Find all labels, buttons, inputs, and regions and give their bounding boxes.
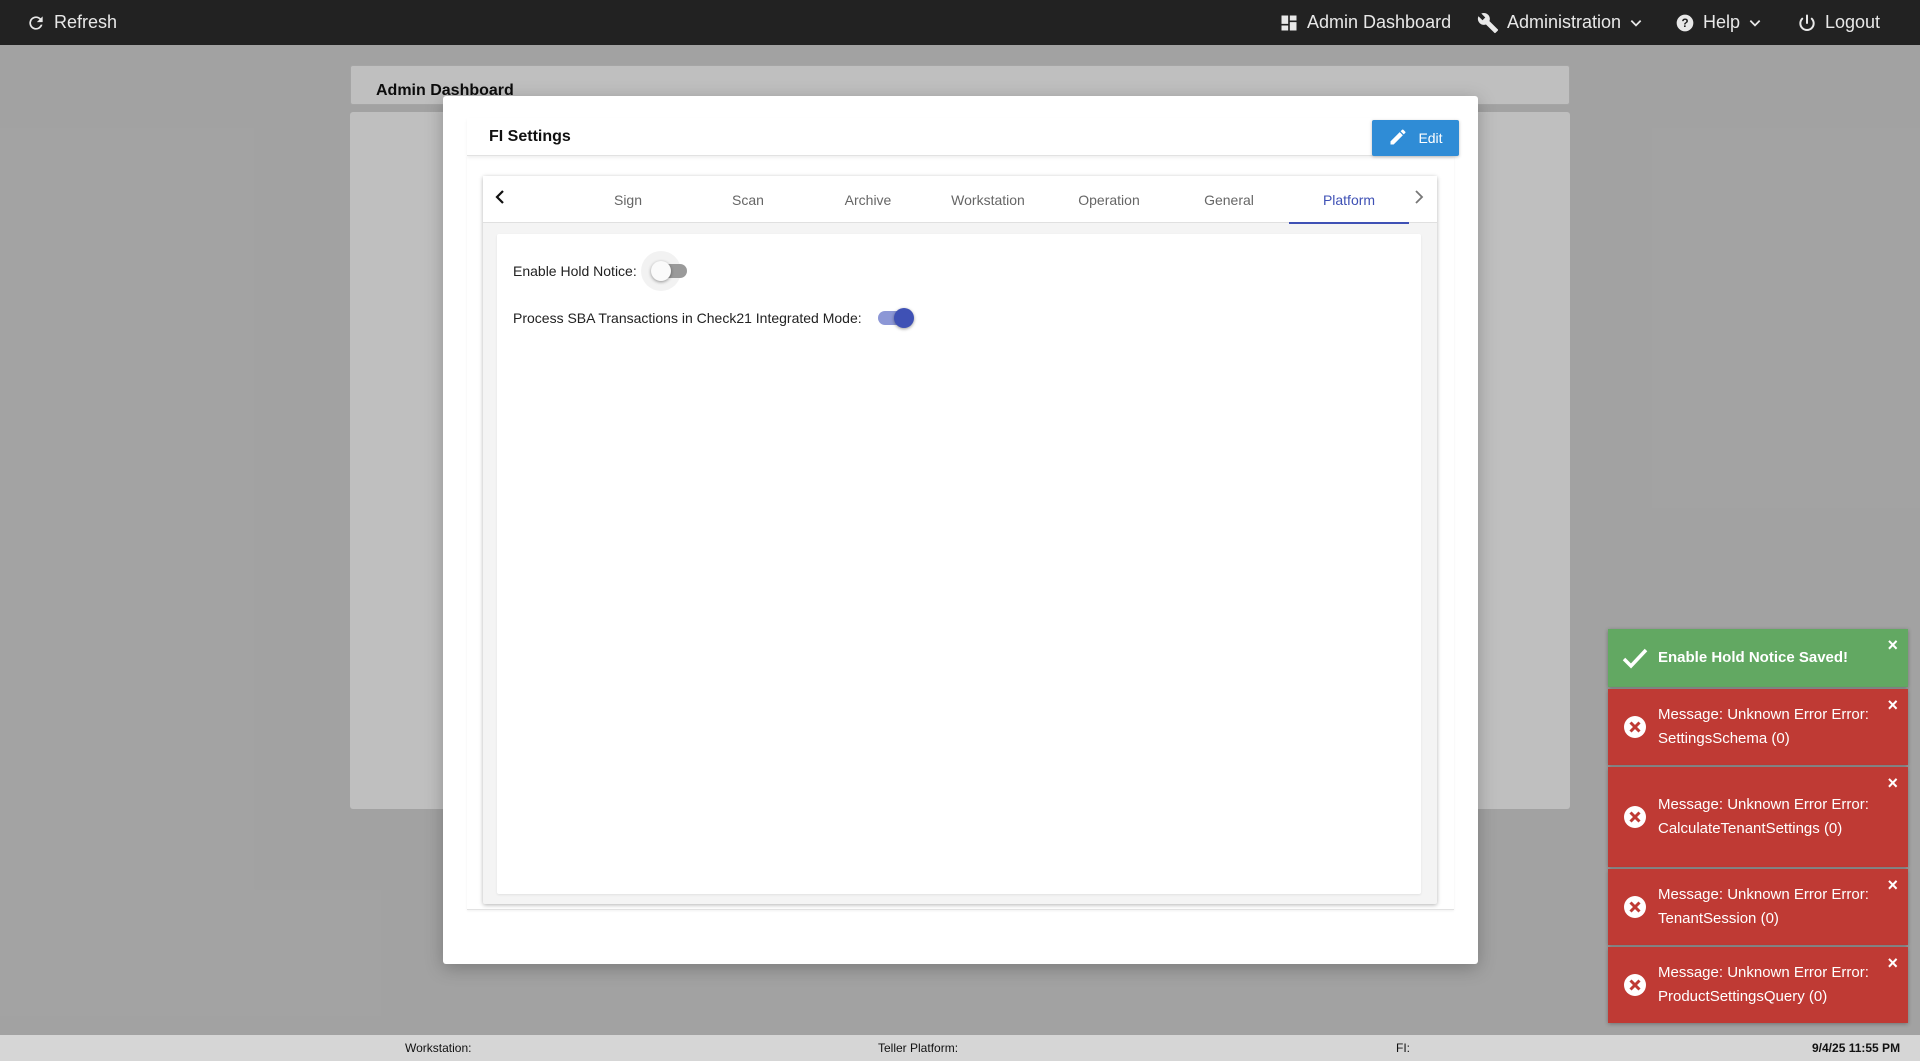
error-icon — [1622, 894, 1648, 920]
settings-tabs-panel: Sign Scan Archive Workstation Operation … — [483, 176, 1437, 904]
toast-success: Enable Hold Notice Saved! × — [1608, 629, 1908, 687]
setting-row-hold-notice: Enable Hold Notice: — [513, 251, 687, 291]
admin-dashboard-label: Admin Dashboard — [1307, 12, 1452, 32]
administration-menu[interactable]: Administration — [1477, 0, 1643, 45]
toggle-thumb — [893, 308, 914, 328]
modal-header: FI Settings — [467, 118, 1454, 156]
tab-archive[interactable]: Archive — [808, 176, 928, 223]
sba-check21-toggle[interactable] — [876, 307, 914, 329]
modal-title: FI Settings — [489, 128, 571, 145]
toast-close-button[interactable]: × — [1887, 875, 1898, 895]
setting-row-sba-check21: Process SBA Transactions in Check21 Inte… — [513, 307, 914, 329]
chevron-down-icon — [1629, 16, 1643, 30]
teller-platform-label: Teller Platform: — [878, 1041, 959, 1055]
top-navigation-bar: Refresh Admin Dashboard Administration ?… — [0, 0, 1920, 45]
tab-workstation[interactable]: Workstation — [928, 176, 1048, 223]
edit-label: Edit — [1418, 130, 1443, 146]
chevron-right-icon — [1413, 190, 1425, 209]
help-icon: ? — [1675, 13, 1695, 33]
toast-message: Enable Hold Notice Saved! — [1658, 649, 1849, 666]
tab-operation[interactable]: Operation — [1049, 176, 1169, 223]
logout-button[interactable]: Logout — [1797, 0, 1880, 45]
toast-message: Message: Unknown Error Error: CalculateT… — [1658, 796, 1869, 837]
wrench-icon — [1477, 12, 1499, 34]
fi-label: FI: — [1396, 1041, 1410, 1055]
toast-close-button[interactable]: × — [1887, 953, 1898, 973]
platform-settings-card: Enable Hold Notice: Process SBA Transact… — [497, 234, 1421, 894]
workstation-label: Workstation: — [405, 1041, 472, 1055]
tab-scan[interactable]: Scan — [688, 176, 808, 223]
chevron-down-icon — [1748, 16, 1762, 30]
toast-message: Message: Unknown Error Error: ProductSet… — [1658, 964, 1869, 1005]
pencil-icon — [1388, 127, 1408, 150]
refresh-label: Refresh — [54, 12, 118, 32]
error-icon — [1622, 804, 1648, 830]
toast-message: Message: Unknown Error Error: SettingsSc… — [1658, 706, 1869, 747]
edit-button[interactable]: Edit — [1372, 120, 1459, 156]
tab-bar: Sign Scan Archive Workstation Operation … — [483, 176, 1437, 224]
power-icon — [1797, 13, 1817, 33]
logout-label: Logout — [1825, 12, 1881, 32]
error-icon — [1622, 714, 1648, 740]
error-icon — [1622, 972, 1648, 998]
administration-label: Administration — [1507, 12, 1622, 32]
tab-sign[interactable]: Sign — [568, 176, 688, 223]
toast-error: Message: Unknown Error Error: TenantSess… — [1608, 869, 1908, 945]
toast-close-button[interactable]: × — [1887, 773, 1898, 793]
toast-error: Message: Unknown Error Error: CalculateT… — [1608, 767, 1908, 867]
refresh-button[interactable]: Refresh — [26, 0, 117, 45]
sba-check21-label: Process SBA Transactions in Check21 Inte… — [513, 310, 862, 326]
help-menu[interactable]: ? Help — [1675, 0, 1762, 45]
toast-error: Message: Unknown Error Error: SettingsSc… — [1608, 689, 1908, 765]
hold-notice-label: Enable Hold Notice: — [513, 263, 637, 279]
toast-close-button[interactable]: × — [1887, 635, 1898, 655]
chevron-left-icon — [494, 190, 506, 209]
toast-close-button[interactable]: × — [1887, 695, 1898, 715]
tab-scroll-right-button[interactable] — [1404, 176, 1434, 223]
help-label: Help — [1703, 12, 1741, 32]
hold-notice-toggle[interactable] — [640, 251, 687, 291]
tab-general[interactable]: General — [1169, 176, 1289, 223]
tab-scroll-left-button[interactable] — [485, 176, 515, 223]
checkmark-icon — [1622, 645, 1648, 671]
admin-dashboard-link[interactable]: Admin Dashboard — [1279, 0, 1451, 45]
datetime-display: 9/4/25 11:55 PM — [1812, 1041, 1901, 1055]
dashboard-icon — [1279, 13, 1299, 33]
refresh-icon — [26, 13, 46, 33]
toast-message: Message: Unknown Error Error: TenantSess… — [1658, 886, 1869, 927]
status-bar: Workstation: Teller Platform: FI: 9/4/25… — [0, 1035, 1920, 1061]
toast-error: Message: Unknown Error Error: ProductSet… — [1608, 947, 1908, 1023]
toggle-thumb — [650, 261, 671, 281]
tab-platform[interactable]: Platform — [1289, 176, 1409, 224]
svg-text:?: ? — [1681, 17, 1688, 30]
